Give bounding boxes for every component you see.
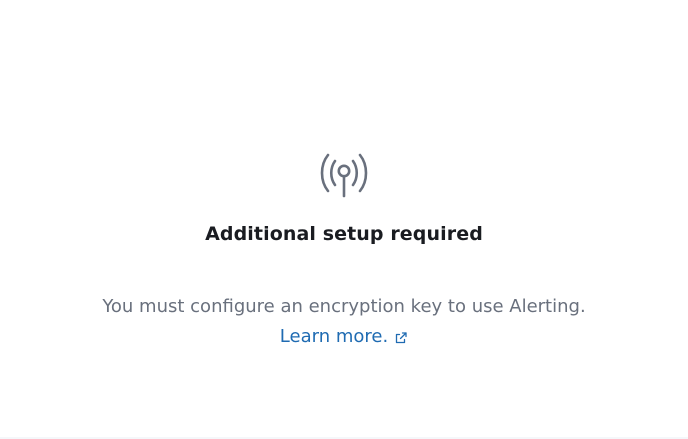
empty-state-title: Additional setup required bbox=[205, 223, 483, 245]
learn-more-link[interactable]: Learn more. bbox=[280, 322, 408, 352]
broadcast-antenna-icon bbox=[318, 148, 370, 200]
setup-required-empty-state: Additional setup required You must confi… bbox=[0, 148, 688, 352]
empty-state-message-block: You must configure an encryption key to … bbox=[102, 292, 585, 352]
empty-state-message: You must configure an encryption key to … bbox=[102, 296, 586, 317]
external-link-icon bbox=[394, 331, 408, 345]
page: Additional setup required You must confi… bbox=[0, 0, 688, 439]
learn-more-label: Learn more. bbox=[279, 326, 389, 347]
